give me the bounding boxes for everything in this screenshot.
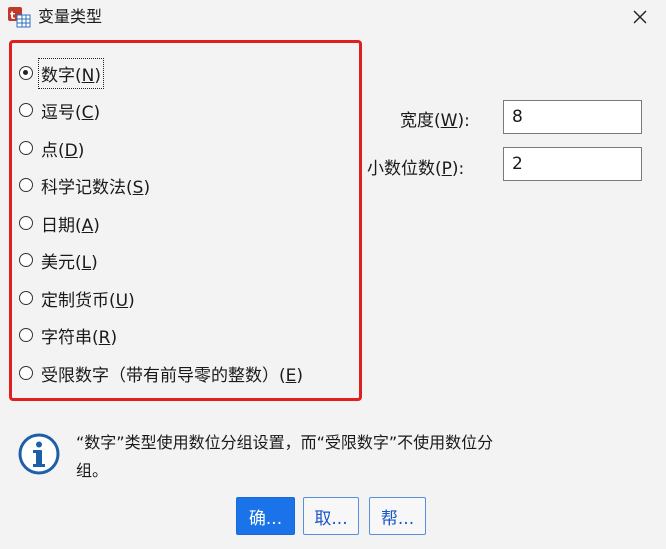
radio-dot[interactable]: 点(D) <box>19 136 85 161</box>
radio-restricted-numeric[interactable]: 受限数字（带有前导零的整数）(E) <box>19 361 304 386</box>
radio-button[interactable] <box>19 328 33 342</box>
radio-string[interactable]: 字符串(R) <box>19 323 118 348</box>
radio-button[interactable] <box>19 366 33 380</box>
radio-label: 逗号(C) <box>41 102 101 123</box>
width-label: 宽度(W): <box>400 111 470 131</box>
radio-button[interactable] <box>19 141 33 155</box>
title-bar: t 变量类型 <box>0 0 666 34</box>
radio-scientific[interactable]: 科学记数法(S) <box>19 173 151 198</box>
svg-text:t: t <box>10 9 15 22</box>
close-icon <box>633 10 647 24</box>
radio-label: 字符串(R) <box>41 327 118 348</box>
radio-label: 美元(L) <box>41 252 98 273</box>
radio-button[interactable] <box>19 253 33 267</box>
radio-button[interactable] <box>19 216 33 230</box>
radio-button[interactable] <box>19 291 33 305</box>
radio-label: 定制货币(U) <box>41 290 135 311</box>
radio-label: 受限数字（带有前导零的整数）(E) <box>41 365 304 386</box>
radio-label: 数字(N) <box>38 57 104 89</box>
info-line: 组。 <box>76 461 109 480</box>
info-line: “数字”类型使用数位分组设置，而“受限数字”不使用数位分 <box>76 433 494 452</box>
decimal-places-label: 小数位数(P): <box>367 159 465 179</box>
spss-data-icon: t <box>7 6 31 28</box>
radio-label: 科学记数法(S) <box>41 177 151 198</box>
width-input[interactable] <box>503 100 642 134</box>
close-button[interactable] <box>626 4 654 30</box>
radio-comma[interactable]: 逗号(C) <box>19 98 101 123</box>
radio-button[interactable] <box>19 178 33 192</box>
radio-label: 点(D) <box>41 140 85 161</box>
radio-button[interactable] <box>19 66 33 80</box>
radio-custom-currency[interactable]: 定制货币(U) <box>19 286 135 311</box>
radio-numeric[interactable]: 数字(N) <box>19 57 104 89</box>
window-title: 变量类型 <box>38 7 103 26</box>
info-message: “数字”类型使用数位分组设置，而“受限数字”不使用数位分 组。 <box>76 429 656 485</box>
radio-button[interactable] <box>19 103 33 117</box>
cancel-button[interactable]: 取... <box>303 497 359 535</box>
radio-date[interactable]: 日期(A) <box>19 211 100 236</box>
radio-label: 日期(A) <box>41 215 100 236</box>
help-button[interactable]: 帮... <box>369 497 426 535</box>
info-icon <box>17 432 61 476</box>
radio-dollar[interactable]: 美元(L) <box>19 248 98 273</box>
ok-button[interactable]: 确... <box>236 497 295 535</box>
decimal-places-input[interactable] <box>503 147 642 181</box>
